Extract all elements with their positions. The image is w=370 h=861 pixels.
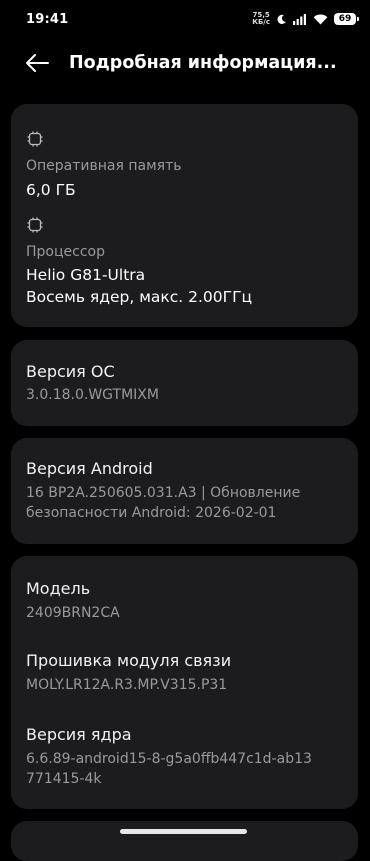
os-version-value: 3.0.18.0.WGTMIXM: [26, 387, 159, 403]
hardware-card: Оперативная память 6,0 ГБ Процессор Heli…: [11, 104, 358, 327]
status-bar: 19:41 75,5 КБ/с 69: [0, 0, 370, 38]
status-time: 19:41: [26, 11, 69, 27]
cpu-label: Процессор: [26, 244, 105, 260]
moon-icon: [276, 14, 287, 25]
kernel-label: Версия ядра: [26, 725, 132, 744]
page-title: Подробная информация...: [69, 53, 337, 73]
kernel-value-line1: 6.6.89-android15-8-g5a0ffb447c1d-ab13: [26, 751, 312, 767]
kernel-value-line2: 771415-4k: [26, 771, 102, 787]
battery-icon: 69: [334, 13, 359, 25]
baseband-item[interactable]: Прошивка модуля связи MOLY.LR12A.R3.MP.V…: [26, 651, 344, 695]
android-version-label: Версия Android: [26, 459, 153, 478]
baseband-label: Прошивка модуля связи: [26, 651, 232, 670]
signal-icon: [293, 13, 307, 25]
ram-value: 6,0 ГБ: [26, 181, 76, 199]
android-version-card[interactable]: Версия Android 16 BP2A.250605.031.A3 | О…: [11, 438, 358, 544]
os-version-card[interactable]: Версия ОС 3.0.18.0.WGTMIXM: [11, 340, 358, 426]
model-label: Модель: [26, 579, 91, 598]
baseband-value: MOLY.LR12A.R3.MP.V315.P31: [26, 677, 228, 693]
cpu-name: Helio G81-Ultra: [26, 266, 146, 284]
model-item[interactable]: Модель 2409BRN2CA: [26, 579, 344, 623]
os-version-label: Версия ОС: [26, 362, 115, 381]
network-speed: 75,5 КБ/с: [252, 12, 270, 26]
cpu-item: Процессор Helio G81-Ultra Восемь ядер, м…: [26, 216, 344, 308]
back-button[interactable]: [24, 52, 50, 74]
top-app-bar: Подробная информация...: [0, 40, 370, 86]
status-icons: 75,5 КБ/с 69: [252, 12, 359, 26]
network-speed-unit: КБ/с: [252, 18, 270, 26]
ram-item: Оперативная память 6,0 ГБ: [26, 130, 344, 201]
cpu-description: Восемь ядер, макс. 2.00ГГц: [26, 288, 253, 306]
home-indicator[interactable]: [120, 829, 247, 834]
arrow-left-icon: [26, 54, 49, 72]
chip-icon: [27, 131, 43, 147]
processor-icon: [27, 217, 43, 233]
next-card: [11, 821, 358, 861]
device-info-card: Модель 2409BRN2CA Прошивка модуля связи …: [11, 556, 358, 809]
wifi-icon: [313, 14, 328, 25]
model-value: 2409BRN2CA: [26, 605, 120, 621]
kernel-item[interactable]: Версия ядра 6.6.89-android15-8-g5a0ffb44…: [26, 725, 344, 789]
android-version-value-line2: безопасности Android: 2026-02-01: [26, 505, 277, 521]
ram-label: Оперативная память: [26, 158, 182, 174]
android-version-value-line1: 16 BP2A.250605.031.A3 | Обновление: [26, 485, 301, 501]
